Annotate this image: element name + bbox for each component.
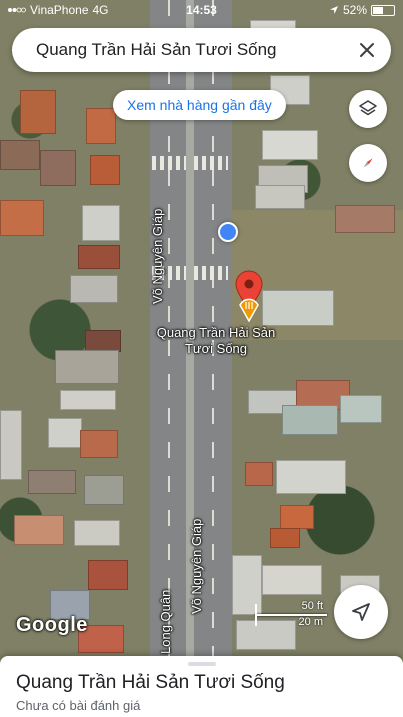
building [262, 130, 318, 160]
building [88, 560, 128, 590]
building [282, 405, 338, 435]
place-bottom-sheet[interactable]: Quang Trần Hải Sản Tươi Sống Chưa có bài… [0, 656, 403, 717]
google-logo: Google [16, 614, 88, 636]
place-label[interactable]: Quang Trần Hải Sản Tươi Sống [150, 325, 282, 357]
navigate-icon [352, 603, 370, 621]
building [20, 90, 56, 134]
layers-button[interactable] [349, 90, 387, 128]
building [276, 460, 346, 494]
close-button[interactable] [355, 38, 379, 62]
building [48, 418, 82, 448]
crosswalk [194, 266, 228, 280]
close-icon [360, 43, 374, 57]
building [85, 330, 121, 352]
restaurant-building [262, 290, 334, 326]
building [14, 515, 64, 545]
building [340, 395, 382, 423]
building [0, 410, 22, 480]
search-bar[interactable]: Quang Trần Hải Sản Tươi Sống [12, 28, 391, 72]
nearby-restaurants-chip[interactable]: Xem nhà hàng gần đây [113, 90, 286, 120]
street-label: Võ Nguyên Giáp [150, 208, 165, 304]
status-time: 14:53 [186, 3, 217, 17]
building [70, 275, 118, 303]
scale-tick [255, 614, 257, 626]
battery-icon [371, 4, 395, 16]
building [40, 150, 76, 186]
building [0, 140, 40, 170]
place-title: Quang Trần Hải Sản Tươi Sống [16, 672, 285, 693]
street-label: Long Quân [158, 589, 173, 654]
street-label: Võ Nguyên Giáp [189, 518, 204, 614]
building [335, 205, 395, 233]
building [80, 430, 118, 458]
building [84, 475, 124, 505]
my-location-dot[interactable] [218, 222, 238, 242]
building [55, 350, 119, 384]
building [74, 520, 120, 546]
crosswalk [152, 156, 186, 170]
building [90, 155, 120, 185]
compass-button[interactable] [349, 144, 387, 182]
scale-meters: 20 m [298, 616, 323, 628]
building [280, 505, 314, 529]
status-bar: VinaPhone 4G 14:53 52% [0, 0, 403, 20]
crosswalk [194, 156, 228, 170]
building [262, 565, 322, 595]
building [0, 200, 44, 236]
building [28, 470, 76, 494]
map-scale: 50 ft 20 m [255, 598, 327, 634]
building [86, 108, 116, 144]
building [78, 245, 120, 269]
review-status: Chưa có bài đánh giá [16, 698, 141, 713]
building [255, 185, 305, 209]
restaurant-icon [239, 298, 259, 322]
building [270, 528, 300, 548]
building [245, 462, 273, 486]
scale-feet: 50 ft [301, 600, 323, 612]
directions-button[interactable] [334, 585, 388, 639]
search-query[interactable]: Quang Trần Hải Sản Tươi Sống [36, 40, 355, 60]
building [82, 205, 120, 241]
building [60, 390, 116, 410]
sheet-handle[interactable] [188, 662, 216, 666]
compass-icon [363, 158, 373, 168]
layers-icon [359, 100, 377, 116]
